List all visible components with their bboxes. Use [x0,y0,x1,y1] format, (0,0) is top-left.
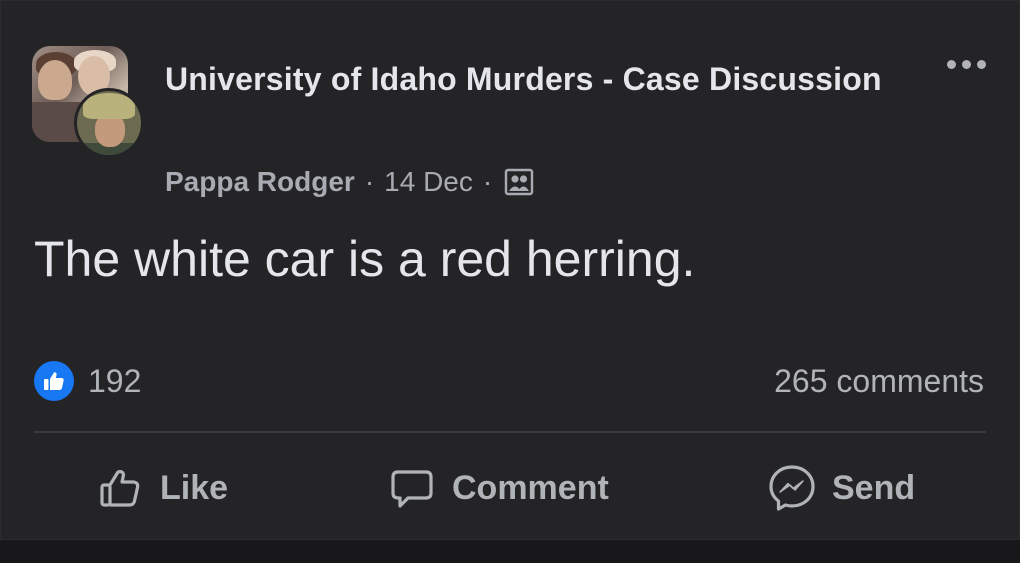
meta-separator: · [482,166,493,197]
thumbs-up-outline-icon [92,460,148,516]
post-text: The white car is a red herring. [34,231,696,287]
group-members-icon[interactable] [504,168,534,196]
comment-label: Comment [452,468,609,507]
divider [34,431,986,433]
more-options-icon[interactable] [936,50,996,78]
feed-post: University of Idaho Murders - Case Discu… [0,0,1020,540]
author-avatar[interactable] [74,88,144,158]
thumbs-up-icon [34,361,74,401]
comments-count-link[interactable]: 265 comments [774,360,984,402]
like-button[interactable]: Like [92,458,228,518]
reaction-count: 192 [88,362,142,399]
meta-separator: · [364,166,375,197]
speech-bubble-icon [384,460,440,516]
post-date[interactable]: 14 Dec [384,166,473,198]
group-name-link[interactable]: University of Idaho Murders - Case Discu… [165,52,885,106]
post-avatar[interactable] [32,46,144,158]
author-name-link[interactable]: Pappa Rodger [165,166,355,198]
bottom-edge [0,540,1020,563]
like-label: Like [160,468,229,507]
post-meta: Pappa Rodger · 14 Dec · [165,164,534,200]
send-button[interactable]: Send [764,458,915,518]
messenger-icon [764,460,820,516]
comment-button[interactable]: Comment [384,458,609,518]
reactions-summary[interactable]: 192 [34,360,141,402]
send-label: Send [832,468,916,507]
